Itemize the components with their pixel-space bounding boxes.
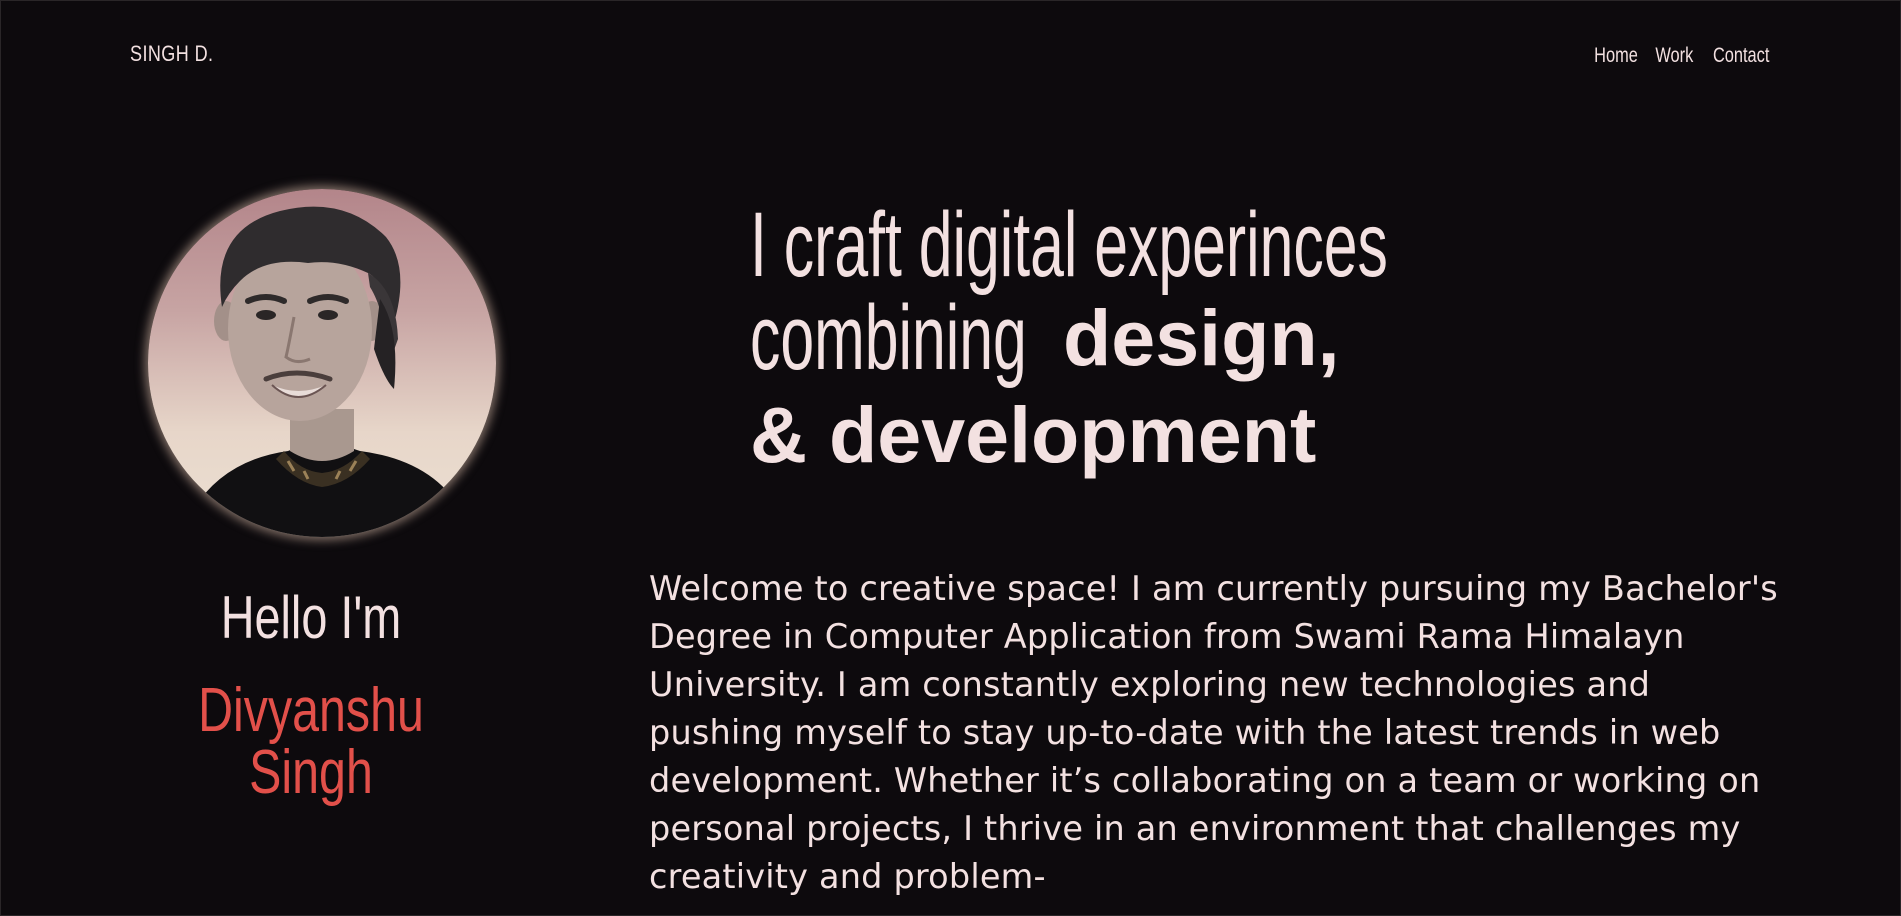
main-nav: Home Work Contact xyxy=(1590,44,1777,68)
brand-logo[interactable]: SINGH D. xyxy=(130,41,213,67)
intro-paragraph: Welcome to creative space! I am currentl… xyxy=(649,569,1778,896)
hero-line-3: & development xyxy=(750,388,1316,482)
greeting-heading: Hello I'm xyxy=(220,584,402,651)
hero-line-3-bold: & development xyxy=(750,390,1317,479)
nav-link-work[interactable]: Work xyxy=(1655,44,1693,68)
nav-link-contact[interactable]: Contact xyxy=(1713,44,1769,68)
hero-line-2-light: combining xyxy=(750,287,1027,389)
hero-line-2-bold: design, xyxy=(1063,293,1340,382)
profile-photo xyxy=(148,189,496,537)
hero-line-1: I craft digital experinces xyxy=(750,198,1716,292)
profile-name: Divyanshu Singh xyxy=(198,676,424,807)
nav-link-home[interactable]: Home xyxy=(1594,44,1638,68)
hero-line-1-text: I craft digital experinces xyxy=(750,194,1388,296)
